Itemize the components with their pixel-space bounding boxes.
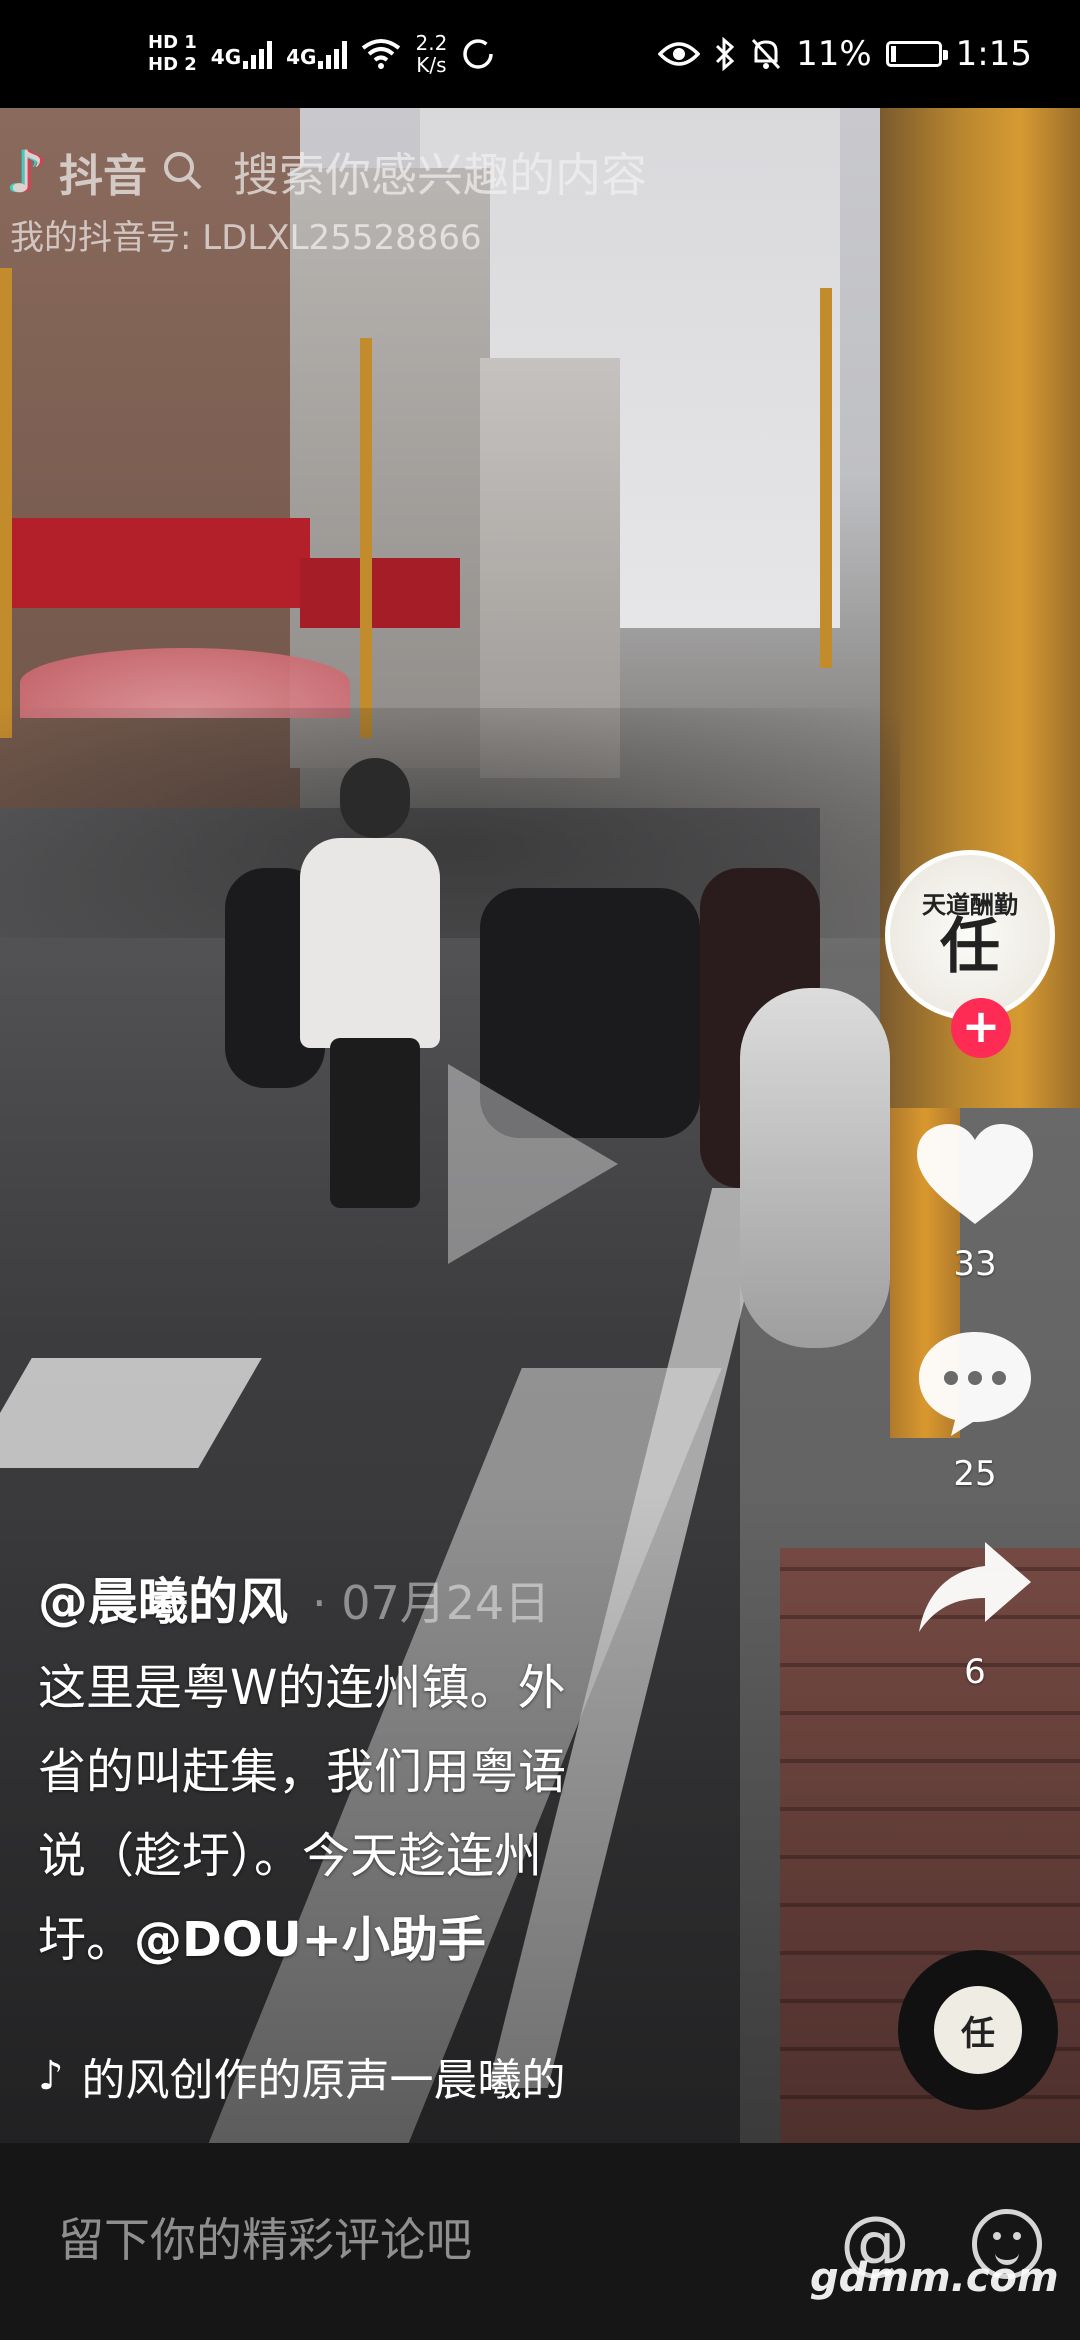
search-icon [161, 149, 203, 195]
author-name[interactable]: @晨曦的风 [38, 1562, 288, 1634]
clock: 1:15 [955, 34, 1032, 74]
status-left: HD 1 HD 2 4G 4G 2.2 K/s [148, 32, 495, 76]
video-caption: @晨曦的风 · 07月24日 这里是粤W的连州镇。外 省的叫赶集，我们用粤语 说… [38, 1562, 698, 1982]
play-icon[interactable] [448, 1064, 618, 1264]
comment-icon [919, 1332, 1031, 1436]
comment-button[interactable]: 25 [915, 1328, 1035, 1494]
battery-percent: 11% [796, 34, 872, 74]
description-line: 圩。@DOU+小助手 [38, 1898, 698, 1982]
douyin-logo-icon: ♪ [8, 138, 46, 206]
network-type-1: 4G [210, 45, 242, 69]
share-count: 6 [964, 1652, 986, 1692]
mention-link[interactable]: @DOU+小助手 [134, 1912, 486, 1968]
comment-count: 25 [953, 1454, 997, 1494]
speed-value: 2.2 [415, 31, 448, 55]
douyin-watermark: ♪ 抖音 搜索你感兴趣的内容 我的抖音号: LDLXL25528866 [8, 138, 647, 259]
action-column: 天道酬勤 任 + 33 25 6 [880, 850, 1070, 1692]
signal-icon: 4G [286, 39, 348, 69]
wifi-icon [362, 39, 401, 69]
battery-fill [890, 46, 896, 62]
share-button[interactable]: 6 [915, 1538, 1035, 1692]
author-avatar-group: 天道酬勤 任 + [885, 850, 1065, 1058]
follow-button[interactable]: + [951, 998, 1011, 1058]
post-date: · 07月24日 [312, 1576, 551, 1630]
like-count: 33 [953, 1244, 997, 1284]
video-scene-person [340, 758, 410, 838]
video-scene-lamp [0, 268, 12, 738]
music-disc-cover: 任 [934, 1986, 1022, 2074]
network-type-2: 4G [286, 45, 317, 69]
watermark-search-text: 搜索你感兴趣的内容 [233, 148, 648, 202]
video-scene-shop-sign [10, 518, 310, 608]
video-scene-person [300, 838, 440, 1048]
network-speed: 2.2 K/s [415, 32, 447, 76]
video-scene-person [330, 1038, 420, 1208]
bluetooth-icon [716, 37, 735, 71]
video-scene-shop-sign [300, 558, 460, 628]
video-scene-scooter [740, 988, 890, 1348]
signal-icon: 4G [210, 39, 273, 69]
watermark-brand: 抖音 [59, 151, 148, 202]
mute-icon [751, 38, 781, 70]
battery-icon [885, 41, 948, 67]
speed-unit: K/s [416, 53, 447, 77]
hd2-label: HD 2 [148, 54, 197, 75]
music-note-icon: ♪ [38, 2053, 64, 2099]
eye-icon [658, 42, 701, 66]
description-line: 省的叫赶集，我们用粤语 [38, 1744, 567, 1800]
video-scene-lamp [360, 338, 372, 738]
like-button[interactable]: 33 [913, 1120, 1037, 1284]
watermark-douyin-id: 我的抖音号: LDLXL25528866 [10, 218, 482, 258]
sync-icon [463, 39, 494, 69]
video-description[interactable]: 这里是粤W的连州镇。外 省的叫赶集，我们用粤语 说（趁圩）。今天趁连州 圩。@D… [38, 1646, 698, 1982]
music-title: 的风创作的原声一晨曦的 [81, 2055, 566, 2106]
avatar-text: 任 [940, 912, 1000, 982]
status-bar: HD 1 HD 2 4G 4G 2.2 K/s 11% 1:15 [0, 0, 1080, 108]
description-line: 这里是粤W的连州镇。外 [38, 1660, 566, 1716]
status-right: 11% 1:15 [658, 34, 1032, 74]
music-disc[interactable]: 任 [898, 1950, 1058, 2110]
comment-bar: @ gdmm.com [0, 2143, 1080, 2340]
author-row: @晨曦的风 · 07月24日 [38, 1562, 698, 1634]
heart-icon [917, 1124, 1033, 1224]
hd1-label: HD 1 [148, 32, 197, 53]
music-info[interactable]: ♪ 的风创作的原声一晨曦的 [38, 2044, 566, 2108]
hd-indicator: HD 1 HD 2 [148, 32, 197, 76]
video-scene-lamp [820, 288, 832, 668]
description-line: 说（趁圩）。今天趁连州 [38, 1828, 543, 1884]
share-icon [919, 1542, 1031, 1632]
site-watermark: gdmm.com [810, 2255, 1059, 2301]
avatar[interactable]: 天道酬勤 任 [885, 850, 1055, 1020]
description-line-prefix: 圩。 [38, 1912, 135, 1968]
comment-input[interactable] [58, 2213, 758, 2267]
